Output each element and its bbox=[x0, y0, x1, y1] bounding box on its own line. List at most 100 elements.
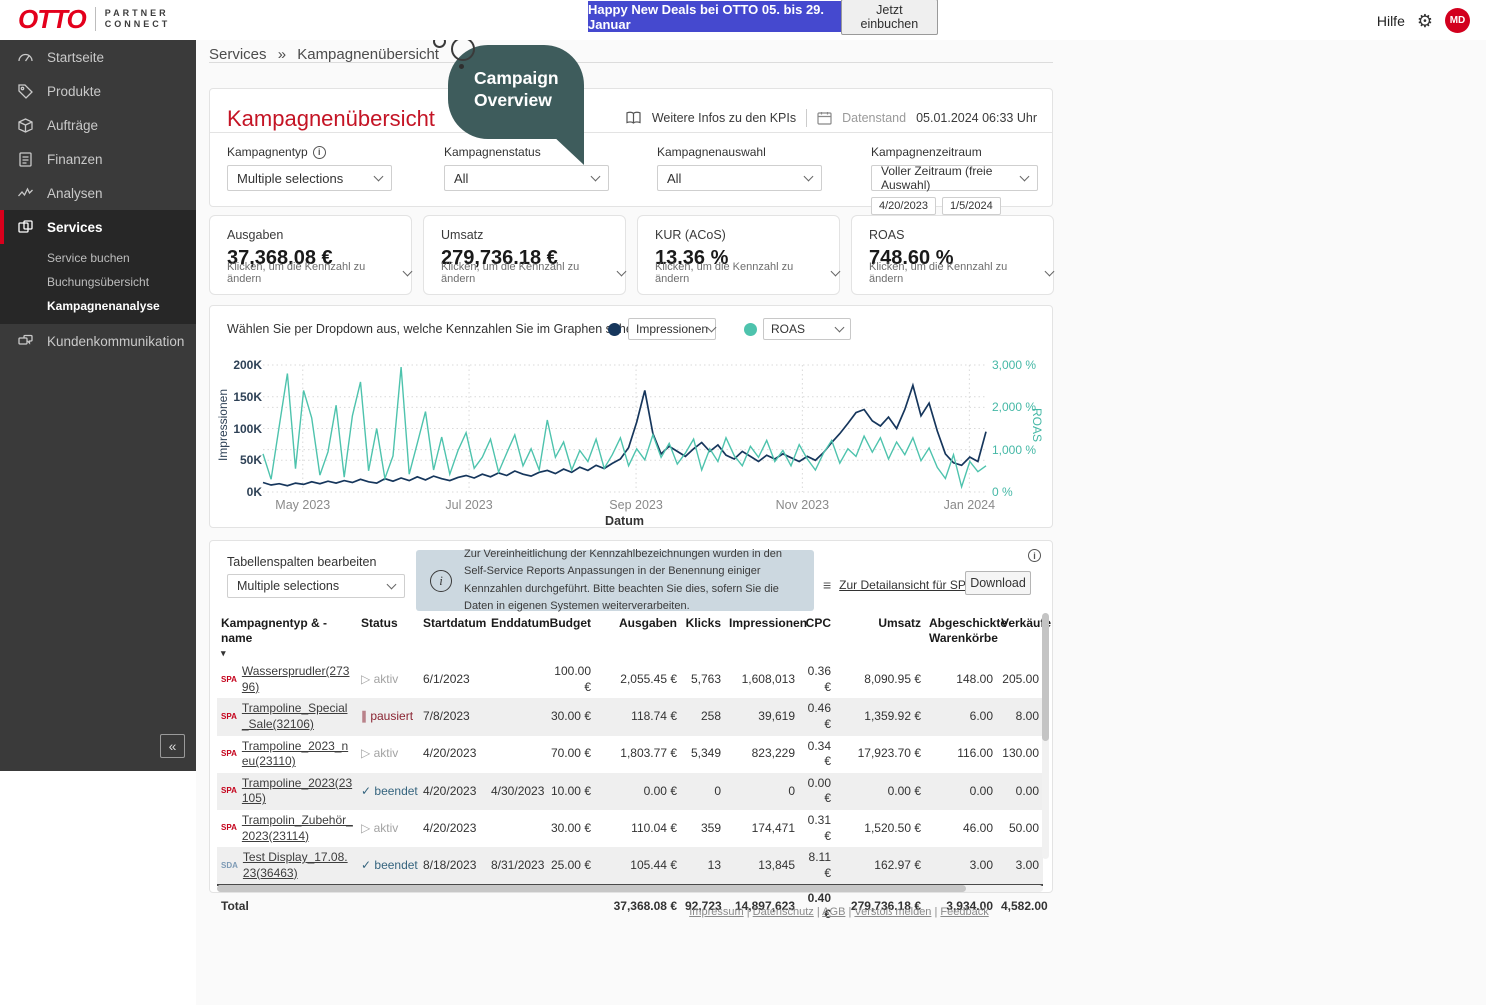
footer-link[interactable]: Verstoß melden bbox=[854, 906, 931, 918]
info-banner: i Zur Vereinheitlichung der Kennzahlbeze… bbox=[416, 550, 814, 611]
sort-descending-icon[interactable]: ▾ bbox=[221, 648, 353, 659]
table-horizontal-scrollbar[interactable] bbox=[217, 885, 1043, 892]
campaign-name-link[interactable]: Trampoline_2023_neu(23110) bbox=[242, 739, 353, 770]
sidebar-item-auftraege[interactable]: Aufträge bbox=[0, 108, 196, 142]
status-badge: ∥ pausiert bbox=[361, 709, 413, 723]
x-axis-tick: Jul 2023 bbox=[429, 498, 509, 512]
filter-kampagnentyp: Kampagnentypi Multiple selections bbox=[227, 145, 392, 191]
kpi-card-roas[interactable]: ROAS 748.60 % Klicken, um die Kennzahl z… bbox=[851, 215, 1054, 295]
gear-icon[interactable]: ⚙ bbox=[1417, 12, 1433, 30]
kpi-info-link[interactable]: Weitere Infos zu den KPIs bbox=[652, 111, 796, 125]
sidebar-subitem-buchungsuebersicht[interactable]: Buchungsübersicht bbox=[0, 270, 196, 294]
invoice-icon bbox=[17, 151, 34, 168]
chevron-down-icon bbox=[387, 580, 397, 590]
kpi-card-umsatz[interactable]: Umsatz 279,736.18 € Klicken, um die Kenn… bbox=[423, 215, 626, 295]
column-header[interactable]: Ausgaben bbox=[595, 613, 681, 661]
y-axis-tick-right: 0 % bbox=[992, 485, 1052, 499]
date-to-input[interactable]: 1/5/2024 bbox=[942, 197, 1001, 215]
column-header[interactable]: Klicks bbox=[681, 613, 725, 661]
logo-subtitle: PARTNERCONNECT bbox=[105, 8, 171, 30]
campaign-type-badge: SDA bbox=[221, 861, 238, 871]
sidebar-item-startseite[interactable]: Startseite bbox=[0, 40, 196, 74]
info-icon[interactable]: i bbox=[1028, 549, 1041, 562]
footer-link[interactable]: AGB bbox=[822, 906, 845, 918]
edit-columns-select[interactable]: Multiple selections bbox=[227, 574, 405, 598]
otto-logo-text: OTTO bbox=[18, 6, 86, 32]
campaign-type-badge: SPA bbox=[221, 712, 237, 722]
table-row[interactable]: SPATrampoline_2023_neu(23110)▷ aktiv4/20… bbox=[217, 736, 1043, 773]
chevron-down-icon bbox=[374, 172, 384, 182]
chevron-down-icon bbox=[617, 267, 627, 277]
table-cell: 13,845 bbox=[725, 847, 799, 885]
campaign-name-link[interactable]: Trampolin_Zubehör_2023(23114) bbox=[242, 813, 353, 844]
campaign-name-link[interactable]: Trampoline_2023(23105) bbox=[242, 776, 353, 807]
table-row[interactable]: SPAWassersprudler(27396)▷ aktiv6/1/20231… bbox=[217, 661, 1043, 698]
scrollbar-thumb[interactable] bbox=[217, 885, 966, 892]
list-icon: ≡ bbox=[823, 577, 831, 593]
sidebar-item-kundenkommunikation[interactable]: Kundenkommunikation bbox=[0, 324, 196, 358]
download-button[interactable]: Download bbox=[965, 571, 1031, 595]
kpi-card-kur[interactable]: KUR (ACoS) 13.36 % Klicken, um die Kennz… bbox=[637, 215, 840, 295]
kpi-change-hint[interactable]: Klicken, um die Kennzahl zu ändern bbox=[869, 261, 1053, 285]
column-header[interactable]: Umsatz bbox=[835, 613, 925, 661]
otto-logo[interactable]: OTTO PARTNERCONNECT bbox=[18, 6, 170, 32]
kampagnenzeitraum-select[interactable]: Voller Zeitraum (freie Auswahl) bbox=[871, 165, 1038, 191]
table-row[interactable]: SPATrampoline_2023(23105)✓ beendet4/20/2… bbox=[217, 773, 1043, 810]
promo-book-button[interactable]: Jetzt einbuchen bbox=[841, 0, 938, 35]
kampagnenauswahl-select[interactable]: All bbox=[657, 165, 822, 191]
table-cell: 17,923.70 € bbox=[835, 736, 925, 773]
column-header[interactable]: Verkäufe bbox=[997, 613, 1043, 661]
table-cell: 0 bbox=[681, 773, 725, 810]
table-cell: 8.11 € bbox=[799, 847, 835, 885]
column-header[interactable]: Enddatum bbox=[487, 613, 543, 661]
date-from-input[interactable]: 4/20/2023 bbox=[871, 197, 936, 215]
sidebar-item-finanzen[interactable]: Finanzen bbox=[0, 142, 196, 176]
campaign-name-link[interactable]: Test Display_17.08.23(36463) bbox=[243, 850, 353, 881]
kpi-change-hint[interactable]: Klicken, um die Kennzahl zu ändern bbox=[655, 261, 839, 285]
kpi-change-hint[interactable]: Klicken, um die Kennzahl zu ändern bbox=[441, 261, 625, 285]
footer-link[interactable]: Feedback bbox=[940, 906, 988, 918]
info-icon[interactable]: i bbox=[313, 146, 326, 159]
campaign-name-link[interactable]: Trampoline_Special_Sale(32106) bbox=[242, 701, 353, 732]
sidebar-item-services[interactable]: Services bbox=[0, 210, 196, 244]
column-header[interactable]: Kampagnentyp & -name▾ bbox=[217, 613, 357, 661]
kampagnentyp-select[interactable]: Multiple selections bbox=[227, 165, 392, 191]
table-cell: 6/1/2023 bbox=[419, 661, 487, 698]
campaign-type-badge: SPA bbox=[221, 786, 237, 796]
table-row[interactable]: SDATest Display_17.08.23(36463)✓ beendet… bbox=[217, 847, 1043, 885]
y-axis-tick-left: 200K bbox=[212, 358, 262, 372]
table-cell: 25.00 € bbox=[543, 847, 595, 885]
breadcrumb-parent[interactable]: Services bbox=[209, 46, 267, 63]
chart-card: Wählen Sie per Dropdown aus, welche Kenn… bbox=[209, 305, 1053, 528]
kpi-card-ausgaben[interactable]: Ausgaben 37,368.08 € Klicken, um die Ken… bbox=[209, 215, 412, 295]
column-header[interactable]: Budget bbox=[543, 613, 595, 661]
sidebar-subitem-kampagnenanalyse[interactable]: Kampagnenanalyse bbox=[0, 294, 196, 318]
column-header[interactable]: Status bbox=[357, 613, 419, 661]
scrollbar-thumb[interactable] bbox=[1042, 613, 1049, 741]
table-vertical-scrollbar[interactable] bbox=[1042, 613, 1049, 859]
table-cell: 0 bbox=[725, 773, 799, 810]
sidebar-subitem-service-buchen[interactable]: Service buchen bbox=[0, 246, 196, 270]
help-link[interactable]: Hilfe bbox=[1377, 13, 1405, 29]
chevron-down-icon bbox=[1020, 172, 1030, 182]
kpi-change-hint[interactable]: Klicken, um die Kennzahl zu ändern bbox=[227, 261, 411, 285]
table-row[interactable]: SPA Trampoline_Special_Sale(32106) ∥ pausi… bbox=[217, 698, 1043, 735]
spa-detail-link[interactable]: Zur Detailansicht für SPA bbox=[839, 578, 973, 592]
kampagnenstatus-select[interactable]: All bbox=[444, 165, 609, 191]
column-header[interactable]: Startdatum bbox=[419, 613, 487, 661]
campaign-name-link[interactable]: Wassersprudler(27396) bbox=[242, 664, 353, 695]
column-header[interactable]: Abgeschickte Warenkörbe bbox=[925, 613, 997, 661]
avatar[interactable]: MD bbox=[1445, 8, 1470, 33]
sidebar-item-produkte[interactable]: Produkte bbox=[0, 74, 196, 108]
x-axis-title: Datum bbox=[263, 514, 986, 528]
campaign-type-badge: SPA bbox=[221, 749, 237, 759]
sidebar-item-analysen[interactable]: Analysen bbox=[0, 176, 196, 210]
table-row[interactable]: SPATrampolin_Zubehör_2023(23114)▷ aktiv4… bbox=[217, 810, 1043, 847]
footer-link[interactable]: Datenschutz bbox=[753, 906, 814, 918]
column-header[interactable]: Impressionen bbox=[725, 613, 799, 661]
x-axis-tick: Jan 2024 bbox=[929, 498, 1009, 512]
footer-link[interactable]: Impressum bbox=[689, 906, 743, 918]
table-cell bbox=[487, 736, 543, 773]
sidebar-collapse-button[interactable]: « bbox=[160, 734, 185, 758]
table-cell: 0.00 € bbox=[595, 773, 681, 810]
